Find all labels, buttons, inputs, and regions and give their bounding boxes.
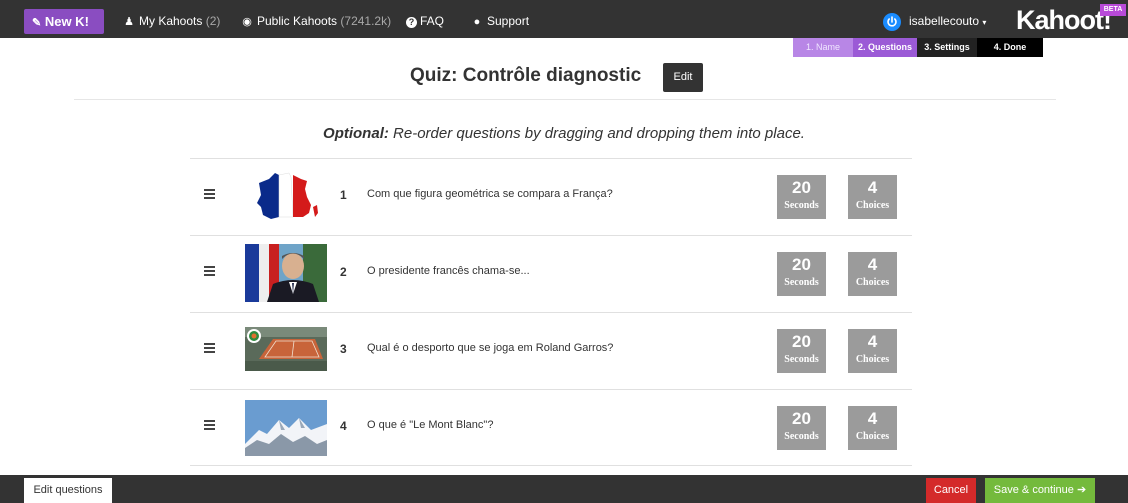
top-nav-bar: ✎ New K! ♟ My Kahoots (2) ◉ Public Kahoots… — [0, 0, 1128, 38]
step-name[interactable]: 1. Name — [793, 38, 853, 57]
nav-support-label: Support — [487, 14, 530, 28]
instruction-text: Re-order questions by dragging and dropp… — [388, 125, 805, 142]
question-number: 4 — [340, 419, 347, 433]
choices-badge[interactable]: 4 Choices — [848, 252, 897, 296]
edit-questions-button[interactable]: Edit questions — [24, 478, 112, 503]
instruction-prefix: Optional: — [323, 125, 389, 142]
power-icon[interactable] — [883, 13, 901, 31]
seconds-value: 20 — [792, 332, 811, 351]
save-continue-label: Save & continue — [993, 484, 1074, 496]
my-kahoots-count: (2) — [205, 14, 221, 28]
choices-value: 4 — [867, 178, 878, 197]
drag-handle-icon[interactable] — [204, 189, 215, 199]
step-settings[interactable]: 3. Settings — [917, 38, 977, 57]
progress-steps: 1. Name 2. Questions 3. Settings 4. Done — [793, 38, 1043, 57]
question-row[interactable]: 2 O presidente francês chama-se... 20 Se… — [190, 235, 912, 312]
nav-public-kahoots[interactable]: ◉ Public Kahoots (7241.2k) — [240, 12, 391, 30]
question-image-france-map — [245, 167, 327, 225]
step-questions[interactable]: 2. Questions — [853, 38, 917, 57]
choices-value: 4 — [867, 332, 878, 351]
time-limit-badge[interactable]: 20 Seconds — [777, 406, 826, 450]
quiz-title: Quiz: Contrôle diagnostic — [410, 65, 642, 86]
choices-value: 4 — [867, 255, 878, 274]
question-row[interactable]: 3 Qual é o desporto que se joga em Rolan… — [190, 312, 912, 389]
new-kahoot-button[interactable]: ✎ New K! — [24, 9, 104, 34]
question-text[interactable]: O presidente francês chama-se... — [367, 265, 530, 277]
question-number: 2 — [340, 265, 347, 279]
choices-badge[interactable]: 4 Choices — [848, 406, 897, 450]
nav-public-kahoots-label: Public Kahoots — [257, 14, 338, 28]
nav-faq[interactable]: ? FAQ — [406, 12, 444, 30]
seconds-value: 20 — [792, 409, 811, 428]
speech-bubble-icon: ● — [473, 16, 481, 28]
seconds-label: Seconds — [784, 431, 819, 442]
choices-label: Choices — [855, 277, 890, 288]
question-image-mountain — [245, 400, 327, 456]
question-number: 3 — [340, 342, 347, 356]
nav-support[interactable]: ● Support — [470, 12, 529, 30]
new-kahoot-label: New K! — [44, 14, 89, 29]
user-menu[interactable]: isabellecouto ▾ — [909, 12, 986, 32]
public-kahoots-count: (7241.2k) — [340, 14, 392, 28]
seconds-label: Seconds — [784, 277, 819, 288]
question-text[interactable]: Qual é o desporto que se joga em Roland … — [367, 342, 613, 354]
choices-badge[interactable]: 4 Choices — [848, 329, 897, 373]
time-limit-badge[interactable]: 20 Seconds — [777, 252, 826, 296]
question-image-tennis-court — [245, 327, 327, 371]
nav-my-kahoots[interactable]: ♟ My Kahoots (2) — [122, 12, 220, 30]
edit-icon: ✎ — [32, 17, 42, 29]
question-image-president — [245, 244, 327, 302]
question-text[interactable]: O que é "Le Mont Blanc"? — [367, 419, 493, 431]
question-row[interactable]: 4 O que é "Le Mont Blanc"? 20 Seconds 4 … — [190, 389, 912, 466]
drag-handle-icon[interactable] — [204, 266, 215, 276]
question-row[interactable]: 1 Com que figura geométrica se compara a… — [190, 158, 912, 235]
seconds-label: Seconds — [784, 200, 819, 211]
divider — [74, 99, 1056, 100]
time-limit-badge[interactable]: 20 Seconds — [777, 175, 826, 219]
arrow-right-icon: ➔ — [1076, 484, 1087, 496]
question-list: 1 Com que figura geométrica se compara a… — [190, 158, 912, 466]
time-limit-badge[interactable]: 20 Seconds — [777, 329, 826, 373]
kahoot-quiz-editor: ✎ New K! ♟ My Kahoots (2) ◉ Public Kahoots… — [0, 0, 1128, 503]
nav-my-kahoots-label: My Kahoots — [139, 14, 203, 28]
seconds-value: 20 — [792, 255, 811, 274]
drag-handle-icon[interactable] — [204, 343, 215, 353]
user-name: isabellecouto — [909, 14, 980, 28]
reorder-instruction: Optional: Re-order questions by dragging… — [0, 124, 1128, 144]
drag-handle-icon[interactable] — [204, 420, 215, 430]
choices-label: Choices — [855, 200, 890, 211]
nav-faq-label: FAQ — [420, 14, 445, 28]
user-icon: ♟ — [124, 16, 134, 28]
bottom-action-bar: Edit questions Cancel Save & continue ➔ — [0, 475, 1128, 503]
save-continue-button[interactable]: Save & continue ➔ — [985, 478, 1095, 503]
seconds-label: Seconds — [784, 354, 819, 365]
cancel-button[interactable]: Cancel — [926, 478, 976, 503]
question-number: 1 — [340, 188, 347, 202]
choices-label: Choices — [855, 431, 890, 442]
step-done[interactable]: 4. Done — [977, 38, 1043, 57]
question-text[interactable]: Com que figura geométrica se compara a F… — [367, 188, 613, 200]
edit-title-button[interactable]: Edit — [663, 63, 703, 92]
question-circle-icon: ? — [406, 17, 417, 28]
beta-badge: BETA — [1100, 4, 1126, 16]
caret-down-icon: ▾ — [982, 18, 987, 27]
choices-value: 4 — [867, 409, 878, 428]
globe-icon: ◉ — [242, 16, 252, 28]
choices-badge[interactable]: 4 Choices — [848, 175, 897, 219]
seconds-value: 20 — [792, 178, 811, 197]
choices-label: Choices — [855, 354, 890, 365]
kahoot-logo[interactable]: Kahoot! — [1016, 5, 1112, 35]
